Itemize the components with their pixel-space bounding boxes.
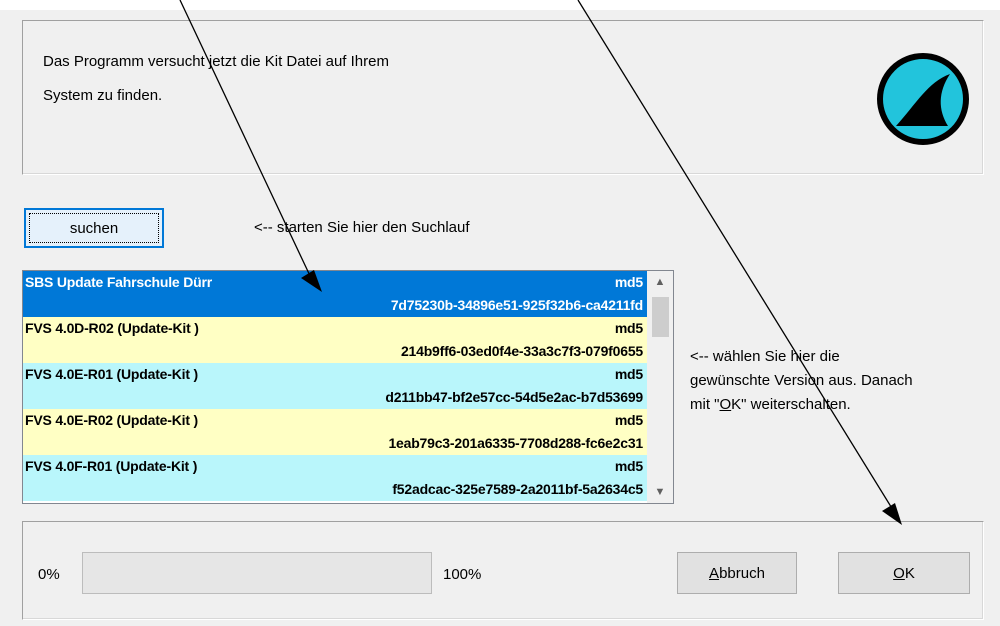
list-scrollbar[interactable]: ▲ ▼ <box>647 271 673 503</box>
list-item-name: SBS Update Fahrschule Dürr <box>25 274 212 290</box>
select-hint-line-3-mnemonic: O <box>719 396 732 413</box>
list-item-hash-label: md5 <box>614 320 643 336</box>
shark-fin-icon <box>877 53 969 145</box>
cancel-label: bbruch <box>719 564 765 582</box>
list-item-hash-label: md5 <box>614 274 643 290</box>
list-item-name: FVS 4.0E-R02 (Update-Kit ) <box>25 412 198 428</box>
ok-mnemonic: O <box>893 564 905 582</box>
select-hint-line-2: gewünschte Version aus. Danach <box>690 372 913 389</box>
ok-label: K <box>904 564 915 582</box>
scroll-down-icon[interactable]: ▼ <box>647 481 673 503</box>
list-item-name: FVS 4.0D-R02 (Update-Kit ) <box>25 320 199 336</box>
intro-text: Das Programm versucht jetzt die Kit Date… <box>43 45 583 113</box>
list-item-hash: f52adcac-325e7589-2a2011bf-5a2634c5 <box>392 481 643 497</box>
scroll-up-icon[interactable]: ▲ <box>647 271 673 293</box>
progress-bar <box>82 552 432 594</box>
progress-start-label: 0% <box>38 566 60 583</box>
search-button[interactable]: suchen <box>24 208 164 248</box>
intro-line-1: Das Programm versucht jetzt die Kit Date… <box>43 53 389 70</box>
ok-button[interactable]: OK <box>838 552 970 594</box>
cancel-mnemonic: A <box>709 564 720 582</box>
progress-end-label: 100% <box>443 566 482 583</box>
list-item[interactable]: FVS 4.0E-R02 (Update-Kit ) md5 1eab79c3-20… <box>23 409 647 455</box>
search-hint: <-- starten Sie hier den Suchlauf <box>254 219 470 236</box>
list-item-hash: 1eab79c3-201a6335-7708d288-fc6e2c31 <box>388 435 643 451</box>
list-item-hash-label: md5 <box>614 366 643 382</box>
select-hint: <-- wählen Sie hier die gewünschte Versi… <box>690 345 990 417</box>
list-item-hash: 7d75230b-34896e51-925f32b6-ca4211fd <box>390 297 643 313</box>
select-hint-line-3: mit "OK" weiterschalten. <box>690 393 990 417</box>
select-hint-line-3-post: K" weiterschalten. <box>731 396 851 413</box>
list-item-hash-label: md5 <box>614 458 643 474</box>
list-item-hash: d211bb47-bf2e57cc-54d5e2ac-b7d53699 <box>385 389 643 405</box>
list-item-name: FVS 4.0F-R01 (Update-Kit ) <box>25 458 198 474</box>
scroll-thumb[interactable] <box>652 297 669 337</box>
kit-version-list[interactable]: SBS Update Fahrschule Dürr md5 7d75230b-34… <box>22 270 674 504</box>
list-item[interactable]: FVS 4.0D-R02 (Update-Kit ) md5 214b9ff6-03… <box>23 317 647 363</box>
list-item[interactable]: SBS Update Fahrschule Dürr md5 7d75230b-34… <box>23 271 647 317</box>
list-item-hash: 214b9ff6-03ed0f4e-33a3c7f3-079f0655 <box>400 343 643 359</box>
intro-line-2: System zu finden. <box>43 87 163 104</box>
focus-rectangle <box>29 213 159 243</box>
list-item[interactable]: FVS 4.0E-R01 (Update-Kit ) md5 d211bb47-bf… <box>23 363 647 409</box>
cancel-button[interactable]: Abbruch <box>677 552 797 594</box>
select-hint-line-1: <-- wählen Sie hier die <box>690 348 840 365</box>
list-item-name: FVS 4.0E-R01 (Update-Kit ) <box>25 366 198 382</box>
select-hint-line-3-pre: mit " <box>690 396 720 413</box>
list-item[interactable]: FVS 4.0F-R01 (Update-Kit ) md5 f52adcac-32… <box>23 455 647 501</box>
info-panel: Das Programm versucht jetzt die Kit Date… <box>22 20 984 175</box>
list-item-hash-label: md5 <box>614 412 643 428</box>
list-items: SBS Update Fahrschule Dürr md5 7d75230b-34… <box>23 271 647 501</box>
